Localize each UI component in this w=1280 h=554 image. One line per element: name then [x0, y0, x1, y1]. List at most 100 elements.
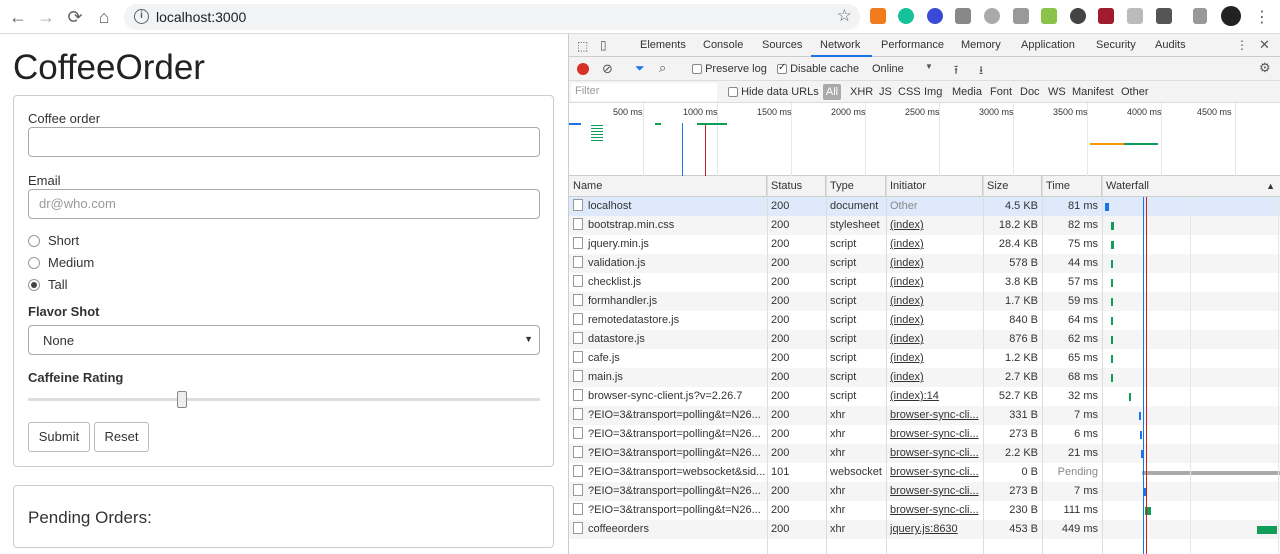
- initiator-link[interactable]: (index):14: [890, 390, 939, 402]
- request-name[interactable]: cafe.js: [588, 352, 620, 364]
- filter-manifest[interactable]: Manifest: [1072, 86, 1114, 98]
- import-icon[interactable]: ⭱: [954, 61, 958, 82]
- extension-icon[interactable]: [1013, 8, 1029, 24]
- initiator-link[interactable]: (index): [890, 257, 924, 269]
- extension-icon[interactable]: [1127, 8, 1143, 24]
- table-row[interactable]: formhandler.js 200 script (index) 1.7 KB 59 m…: [569, 292, 1280, 311]
- table-row[interactable]: main.js 200 script (index) 2.7 KB 68 ms: [569, 368, 1280, 387]
- clear-icon[interactable]: ⊘: [602, 61, 613, 77]
- filter-all[interactable]: All: [823, 84, 841, 100]
- radio-icon[interactable]: [28, 256, 40, 269]
- request-name[interactable]: datastore.js: [588, 333, 645, 345]
- initiator-link[interactable]: (index): [890, 314, 924, 326]
- tab-performance[interactable]: Performance: [881, 39, 944, 51]
- table-row[interactable]: validation.js 200 script (index) 578 B 44 ms: [569, 254, 1280, 273]
- preserve-log-checkbox[interactable]: Preserve log: [692, 63, 767, 75]
- column-initiator[interactable]: Initiator: [886, 176, 983, 197]
- request-name[interactable]: ?EIO=3&transport=polling&t=N26...: [588, 409, 761, 421]
- table-row[interactable]: ?EIO=3&transport=polling&t=N26... 200 xhr b…: [569, 501, 1280, 520]
- filter-other[interactable]: Other: [1121, 86, 1149, 98]
- extension-icon[interactable]: [1041, 8, 1057, 24]
- checkbox-icon[interactable]: [728, 87, 738, 98]
- camera-icon[interactable]: [955, 8, 971, 24]
- table-row[interactable]: ?EIO=3&transport=polling&t=N26... 200 xhr b…: [569, 406, 1280, 425]
- checkbox-icon[interactable]: [777, 62, 787, 75]
- bookmark-star-icon[interactable]: ☆: [837, 6, 852, 26]
- request-name[interactable]: browser-sync-client.js?v=2.26.7: [588, 390, 742, 402]
- filter-js[interactable]: JS: [879, 86, 892, 98]
- table-row[interactable]: datastore.js 200 script (index) 876 B 62 ms: [569, 330, 1280, 349]
- size-medium-radio[interactable]: Medium: [28, 255, 94, 270]
- table-row[interactable]: checklist.js 200 script (index) 3.8 KB 57 ms: [569, 273, 1280, 292]
- initiator-link[interactable]: (index): [890, 276, 924, 288]
- home-icon[interactable]: ⌂: [92, 5, 116, 29]
- gear-icon[interactable]: ⚙: [1259, 60, 1271, 76]
- request-name[interactable]: ?EIO=3&transport=polling&t=N26...: [588, 447, 761, 459]
- column-name[interactable]: Name: [569, 176, 767, 197]
- submit-button[interactable]: Submit: [28, 422, 90, 452]
- initiator-link[interactable]: browser-sync-cli...: [890, 466, 979, 478]
- request-name[interactable]: ?EIO=3&transport=polling&t=N26...: [588, 485, 761, 497]
- table-row[interactable]: remotedatastore.js 200 script (index) 840 B 6…: [569, 311, 1280, 330]
- filter-ws[interactable]: WS: [1048, 86, 1066, 98]
- tab-memory[interactable]: Memory: [961, 39, 1001, 51]
- reset-button[interactable]: Reset: [94, 422, 149, 452]
- table-row[interactable]: ?EIO=3&transport=polling&t=N26... 200 xhr b…: [569, 482, 1280, 501]
- filter-input[interactable]: Filter: [571, 83, 717, 101]
- extension-icon[interactable]: [984, 8, 1000, 24]
- request-name[interactable]: ?EIO=3&transport=polling&t=N26...: [588, 504, 761, 516]
- column-size[interactable]: Size: [983, 176, 1042, 197]
- extension-icon[interactable]: [1193, 8, 1207, 24]
- export-icon[interactable]: ⭳: [979, 61, 983, 82]
- initiator-link[interactable]: browser-sync-cli...: [890, 485, 979, 497]
- device-toggle-icon[interactable]: ▯: [600, 38, 607, 52]
- table-row[interactable]: ?EIO=3&transport=polling&t=N26... 200 xhr b…: [569, 444, 1280, 463]
- extension-icon[interactable]: [1098, 8, 1114, 24]
- tab-elements[interactable]: Elements: [640, 39, 686, 51]
- table-row[interactable]: localhost 200 document Other 4.5 KB 81 ms: [569, 197, 1280, 216]
- size-short-radio[interactable]: Short: [28, 233, 79, 248]
- close-icon[interactable]: ✕: [1259, 37, 1270, 53]
- extension-icon[interactable]: [1156, 8, 1172, 24]
- table-row[interactable]: ?EIO=3&transport=websocket&sid... 101 webs…: [569, 463, 1280, 482]
- checkbox-icon[interactable]: [692, 64, 702, 75]
- tab-audits[interactable]: Audits: [1155, 39, 1186, 51]
- table-row[interactable]: browser-sync-client.js?v=2.26.7 200 script…: [569, 387, 1280, 406]
- extension-icon[interactable]: [870, 8, 886, 24]
- back-icon[interactable]: ←: [6, 5, 30, 29]
- disable-cache-checkbox[interactable]: Disable cache: [777, 62, 859, 75]
- coffee-order-input[interactable]: [28, 127, 540, 157]
- extension-icon[interactable]: [927, 8, 943, 24]
- column-type[interactable]: Type: [826, 176, 886, 197]
- filter-doc[interactable]: Doc: [1020, 86, 1040, 98]
- reload-icon[interactable]: ⟳: [63, 5, 87, 29]
- initiator-link[interactable]: (index): [890, 333, 924, 345]
- wordpress-icon[interactable]: [1070, 8, 1086, 24]
- table-row[interactable]: ?EIO=3&transport=polling&t=N26... 200 xhr b…: [569, 425, 1280, 444]
- request-name[interactable]: ?EIO=3&transport=websocket&sid...: [588, 466, 765, 478]
- tab-console[interactable]: Console: [703, 39, 743, 51]
- request-name[interactable]: localhost: [588, 200, 631, 212]
- filter-xhr[interactable]: XHR: [850, 86, 873, 98]
- caffeine-rating-slider[interactable]: [28, 398, 540, 401]
- initiator-link[interactable]: browser-sync-cli...: [890, 409, 979, 421]
- inspect-icon[interactable]: ⬚: [577, 39, 588, 53]
- address-bar[interactable]: i localhost:3000 ☆: [124, 4, 860, 30]
- tab-application[interactable]: Application: [1021, 39, 1075, 51]
- avatar[interactable]: [1221, 6, 1241, 26]
- grammarly-icon[interactable]: [898, 8, 914, 24]
- request-name[interactable]: jquery.min.js: [588, 238, 649, 250]
- table-row[interactable]: coffeeorders 200 xhr jquery.js:8630 453 B 449…: [569, 520, 1280, 539]
- request-name[interactable]: remotedatastore.js: [588, 314, 679, 326]
- request-name[interactable]: checklist.js: [588, 276, 641, 288]
- radio-icon[interactable]: [28, 278, 40, 291]
- initiator-link[interactable]: (index): [890, 238, 924, 250]
- table-row[interactable]: jquery.min.js 200 script (index) 28.4 KB 75 m…: [569, 235, 1280, 254]
- initiator-link[interactable]: (index): [890, 295, 924, 307]
- table-row[interactable]: cafe.js 200 script (index) 1.2 KB 65 ms: [569, 349, 1280, 368]
- flavor-shot-select[interactable]: None ▼: [28, 325, 540, 355]
- record-icon[interactable]: [577, 63, 589, 75]
- forward-icon[interactable]: →: [34, 5, 58, 29]
- filter-css[interactable]: CSS: [898, 86, 921, 98]
- request-name[interactable]: bootstrap.min.css: [588, 219, 674, 231]
